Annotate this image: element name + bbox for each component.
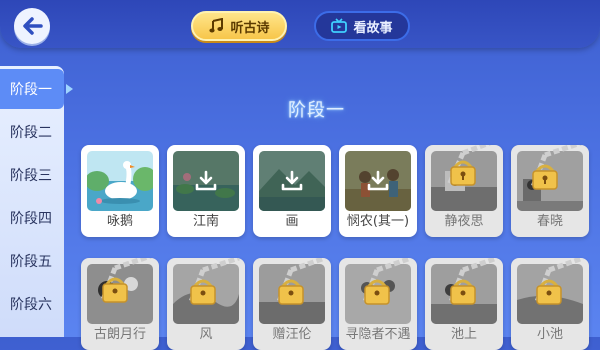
sidebar-item-stage-4[interactable]: 阶段四 <box>0 198 64 238</box>
sidebar-item-label: 阶段六 <box>10 297 52 313</box>
download-overlay[interactable] <box>259 151 325 211</box>
sidebar-item-label: 阶段四 <box>10 211 52 227</box>
sidebar-item-stage-3[interactable]: 阶段三 <box>0 155 64 195</box>
tab-listen-poems-label: 听古诗 <box>230 20 270 36</box>
poem-card-jing-ye-si[interactable]: 静夜思 <box>425 145 503 237</box>
poem-title: 画 <box>285 214 299 229</box>
sidebar-item-label: 阶段三 <box>10 168 52 184</box>
poem-card-zeng-wang-lun[interactable]: 赠汪伦 <box>253 258 331 350</box>
poem-card-jiang-nan[interactable]: 江南 <box>167 145 245 237</box>
back-button[interactable] <box>14 8 50 44</box>
poem-card-chun-xiao[interactable]: 春晓 <box>511 145 589 237</box>
stage-sidebar: 阶段一 阶段二 阶段三 阶段四 阶段五 阶段六 <box>0 66 64 337</box>
poem-card-yong-e[interactable]: 咏鹅 <box>81 145 159 237</box>
poem-card-hua[interactable]: 画 <box>253 145 331 237</box>
poem-thumbnail <box>345 151 411 211</box>
download-overlay[interactable] <box>345 151 411 211</box>
poem-card-min-nong[interactable]: 悯农(其一) <box>339 145 417 237</box>
chain-lock-icon <box>362 258 412 305</box>
poem-thumbnail <box>87 151 153 211</box>
poem-title: 咏鹅 <box>106 214 133 229</box>
chain-lock-icon <box>530 145 582 190</box>
sidebar-item-stage-5[interactable]: 阶段五 <box>0 241 64 281</box>
download-icon <box>367 170 389 191</box>
sidebar-item-label: 阶段五 <box>10 254 52 270</box>
chain-lock-icon <box>446 145 492 187</box>
poem-thumbnail <box>259 151 325 211</box>
tab-listen-poems[interactable]: 听古诗 <box>191 11 287 41</box>
poem-card-xun-yin-zhe-bu-yu[interactable]: 寻隐者不遇 <box>339 258 417 350</box>
top-bar <box>0 0 600 48</box>
poem-title: 江南 <box>192 214 219 229</box>
download-icon <box>195 170 217 191</box>
stage-title: 阶段一 <box>288 100 345 121</box>
poem-card-xiao-chi[interactable]: 小池 <box>511 258 589 350</box>
poem-card-chi-shang[interactable]: 池上 <box>425 258 503 350</box>
poem-card-feng[interactable]: 风 <box>167 258 245 350</box>
tv-icon <box>331 18 348 33</box>
sidebar-item-stage-2[interactable]: 阶段二 <box>0 112 64 152</box>
chain-lock-icon <box>276 258 326 305</box>
chain-lock-icon <box>100 258 152 303</box>
back-arrow-icon <box>23 17 43 35</box>
chain-lock-icon <box>534 258 584 305</box>
poem-card-gu-lang-yue-xing[interactable]: 古朗月行 <box>81 258 159 350</box>
tab-watch-stories[interactable]: 看故事 <box>314 11 410 41</box>
sidebar-item-label: 阶段二 <box>10 125 52 141</box>
download-icon <box>281 170 303 191</box>
chain-lock-icon <box>448 258 498 305</box>
active-stage-arrow-icon <box>66 84 73 94</box>
poem-title: 悯农(其一) <box>346 214 410 229</box>
chain-lock-icon <box>188 258 240 305</box>
poem-thumbnail <box>173 151 239 211</box>
tab-watch-stories-label: 看故事 <box>353 20 393 36</box>
sidebar-item-label: 阶段一 <box>10 82 52 98</box>
download-overlay[interactable] <box>173 151 239 211</box>
sidebar-item-stage-1[interactable]: 阶段一 <box>0 69 64 109</box>
music-note-icon <box>209 18 224 33</box>
sidebar-item-stage-6[interactable]: 阶段六 <box>0 284 64 324</box>
